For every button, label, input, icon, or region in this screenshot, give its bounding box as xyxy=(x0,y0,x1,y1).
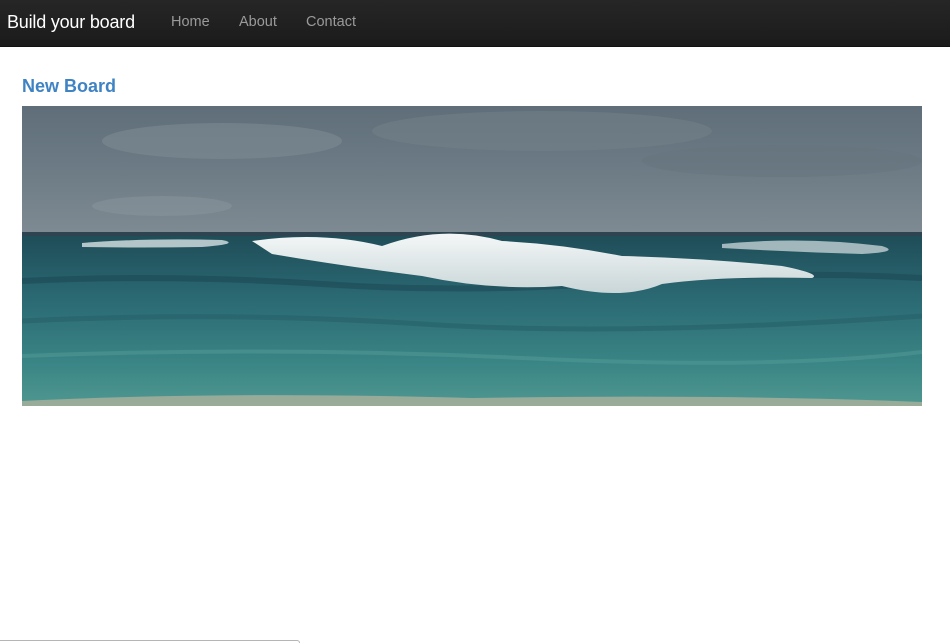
nav-contact-link[interactable]: Contact xyxy=(306,14,356,30)
top-navbar: Build your board Home About Contact xyxy=(0,0,950,47)
board-title-link[interactable]: New Board xyxy=(22,76,116,97)
brand-link[interactable]: Build your board xyxy=(7,12,135,33)
nav-home-link[interactable]: Home xyxy=(171,14,210,30)
board-image[interactable] xyxy=(22,106,922,406)
nav-about-link[interactable]: About xyxy=(239,14,277,30)
